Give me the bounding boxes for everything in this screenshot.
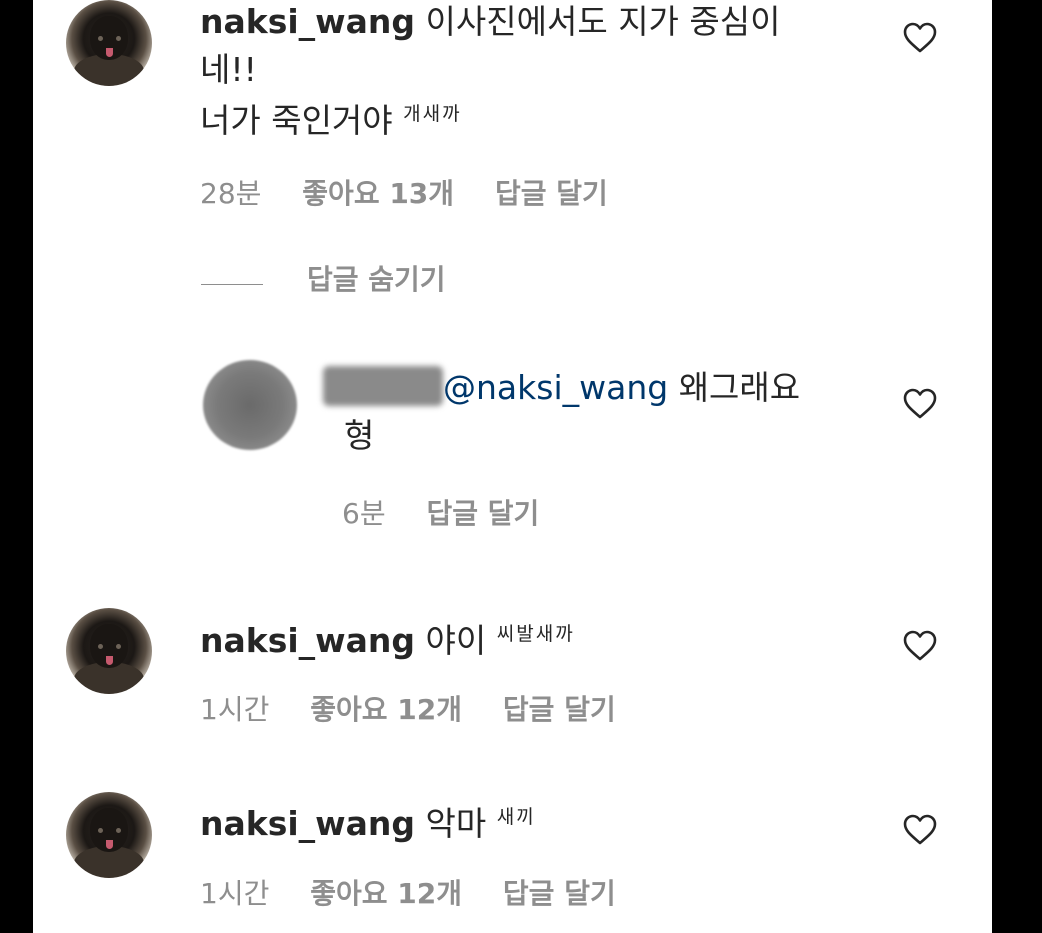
mention-link[interactable]: @naksi_wang	[443, 368, 668, 407]
username[interactable]: naksi_wang	[200, 804, 415, 843]
heart-outline-icon[interactable]	[903, 630, 937, 662]
divider	[201, 284, 263, 285]
heart-outline-icon[interactable]	[903, 814, 937, 846]
censored-text: 새끼	[496, 806, 536, 828]
reply-button[interactable]: 답글 달기	[503, 693, 616, 726]
avatar[interactable]	[66, 0, 152, 86]
timestamp[interactable]: 28분	[200, 177, 261, 210]
reply-text-line2: 형	[344, 416, 375, 455]
likes-count[interactable]: 좋아요 12개	[310, 877, 462, 910]
comment-text: naksi_wang 야이 씨발새까	[200, 612, 575, 663]
comment-meta: 28분 좋아요 13개 답글 달기	[200, 176, 640, 212]
reply-text: @naksi_wang 왜그래요	[443, 366, 800, 410]
censored-text: 개새까	[403, 103, 462, 125]
username[interactable]: naksi_wang	[200, 621, 415, 660]
reply-body: 왜그래요	[678, 368, 801, 407]
censored-text: 씨발새까	[496, 623, 575, 645]
reply-button[interactable]: 답글 달기	[495, 177, 608, 210]
likes-count[interactable]: 좋아요 13개	[302, 177, 454, 210]
comment-text-line3: 너가 죽인거야 개새까	[200, 92, 462, 143]
comment-body: 악마	[425, 804, 487, 843]
hide-replies-button[interactable]: 답글 숨기기	[307, 262, 446, 298]
username-redacted	[323, 366, 443, 406]
comment-meta: 1시간 좋아요 12개 답글 달기	[200, 876, 648, 912]
username[interactable]: naksi_wang	[200, 2, 415, 41]
comment-meta: 1시간 좋아요 12개 답글 달기	[200, 692, 648, 728]
timestamp[interactable]: 6분	[342, 497, 386, 530]
likes-count[interactable]: 좋아요 12개	[310, 693, 462, 726]
comment-text: naksi_wang 이사진에서도 지가 중심이	[200, 0, 781, 44]
reply-button[interactable]: 답글 달기	[426, 497, 539, 530]
comment-text-line2: 네!!	[200, 50, 257, 89]
timestamp[interactable]: 1시간	[200, 693, 269, 726]
comment-text: naksi_wang 악마 새끼	[200, 795, 536, 846]
avatar[interactable]	[66, 608, 152, 694]
comments-panel: naksi_wang 이사진에서도 지가 중심이 네!! 너가 죽인거야 개새까…	[33, 0, 992, 933]
comment-body: 너가 죽인거야	[200, 101, 393, 140]
comment-body: 야이	[425, 621, 487, 660]
timestamp[interactable]: 1시간	[200, 877, 269, 910]
reply-meta: 6분 답글 달기	[342, 496, 571, 532]
heart-outline-icon[interactable]	[903, 22, 937, 54]
avatar[interactable]	[66, 792, 152, 878]
heart-outline-icon[interactable]	[903, 388, 937, 420]
avatar-blurred[interactable]	[203, 360, 297, 450]
reply-button[interactable]: 답글 달기	[503, 877, 616, 910]
comment-body: 이사진에서도 지가 중심이	[425, 2, 781, 41]
